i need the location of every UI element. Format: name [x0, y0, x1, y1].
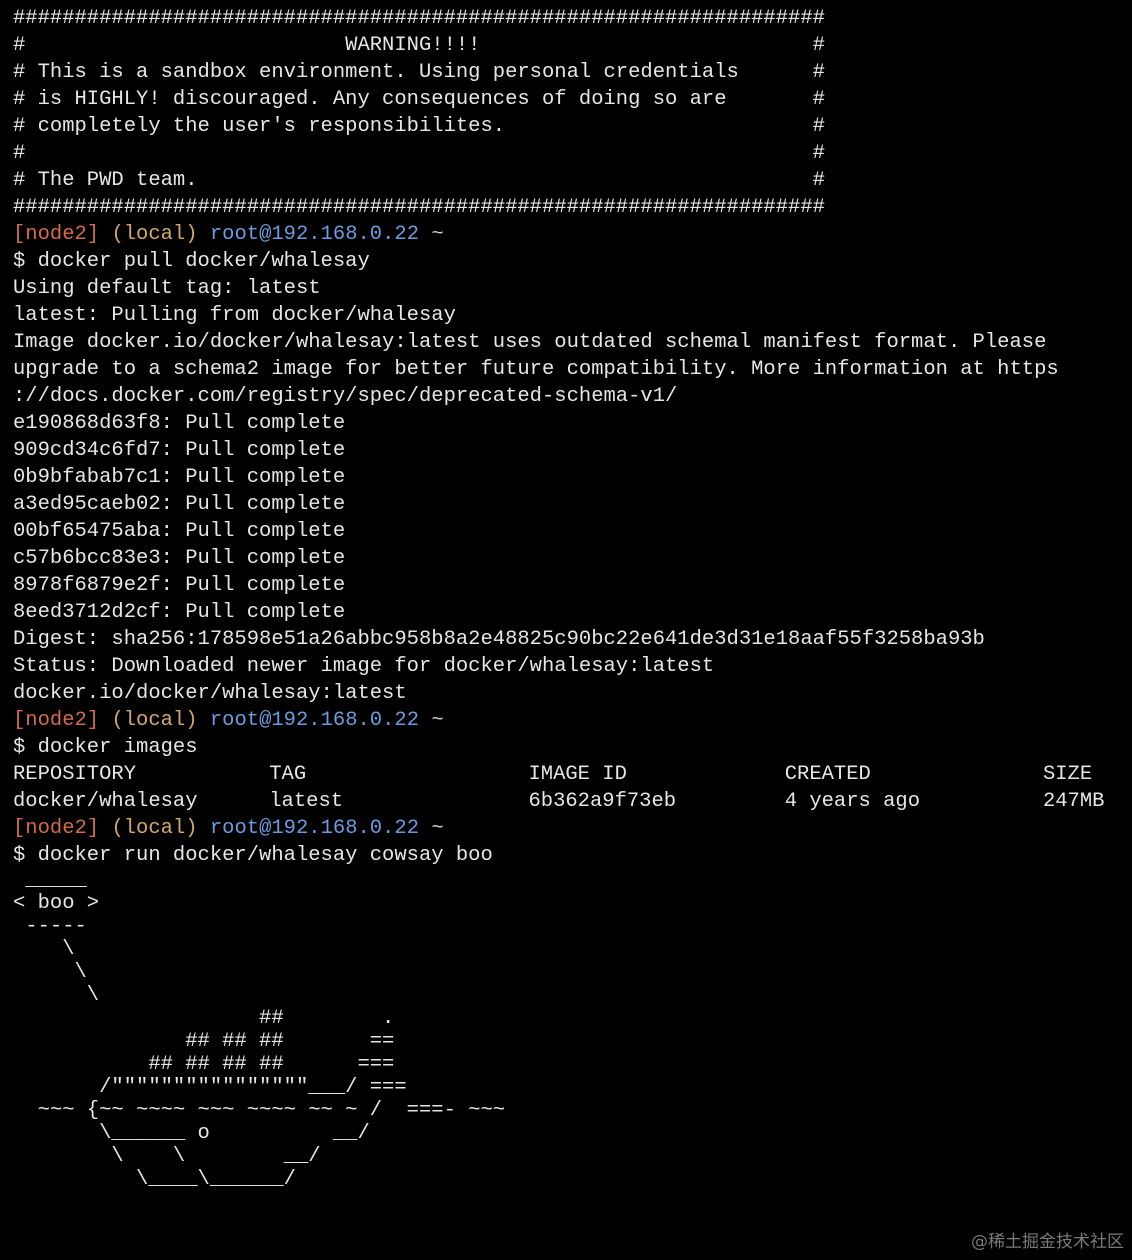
output-line: 8eed3712d2cf: Pull complete: [13, 601, 346, 624]
table-header-cell: IMAGE ID: [528, 763, 627, 786]
table-header-cell: REPOSITORY: [13, 763, 137, 786]
shell-prompt: [node2] (local) root@192.168.0.22 ~: [13, 221, 1132, 248]
table-header-cell: TAG: [269, 763, 307, 786]
prompt-local: (local): [111, 817, 198, 840]
table-cell: 4 years ago: [784, 790, 921, 813]
banner-line: ########################################…: [13, 196, 825, 219]
table-cell: 6b362a9f73eb: [528, 790, 677, 813]
table-row: docker/whalesay latest 6b362a9f73eb 4 ye…: [13, 788, 1132, 815]
whale-ascii-art: _____ < boo > ----- \ \ \ ## . ## ## ## …: [13, 869, 506, 1191]
table-cell: 247MB: [1042, 790, 1105, 813]
output-line: upgrade to a schema2 image for better fu…: [13, 358, 1059, 381]
table-cell: docker/whalesay: [13, 790, 198, 813]
prompt-node: [node2]: [13, 817, 100, 840]
output-line: 00bf65475aba: Pull complete: [13, 520, 346, 543]
table-header-row: REPOSITORY TAG IMAGE ID CREATED SIZE: [13, 761, 1132, 788]
output-line: Image docker.io/docker/whalesay:latest u…: [13, 331, 1047, 354]
prompt-user: root@192.168.0.22: [209, 709, 420, 732]
output-line: 0b9bfabab7c1: Pull complete: [13, 466, 346, 489]
command-line: $ docker pull docker/whalesay: [13, 250, 370, 273]
table-cell: latest: [269, 790, 344, 813]
shell-prompt: [node2] (local) root@192.168.0.22 ~: [13, 707, 1132, 734]
prompt-tilde: ~: [431, 223, 444, 246]
command-line: $ docker run docker/whalesay cowsay boo: [13, 844, 493, 867]
output-line: e190868d63f8: Pull complete: [13, 412, 346, 435]
prompt-node: [node2]: [13, 223, 100, 246]
output-line: a3ed95caeb02: Pull complete: [13, 493, 346, 516]
prompt-user: root@192.168.0.22: [209, 817, 420, 840]
watermark: @稀土掘金技术社区: [971, 1232, 1124, 1252]
table-header-cell: CREATED: [784, 763, 871, 786]
output-line: Digest: sha256:178598e51a26abbc958b8a2e4…: [13, 628, 985, 651]
shell-prompt: [node2] (local) root@192.168.0.22 ~: [13, 815, 1132, 842]
prompt-tilde: ~: [431, 709, 444, 732]
output-line: docker.io/docker/whalesay:latest: [13, 682, 407, 705]
terminal[interactable]: ########################################…: [13, 5, 1132, 1191]
command-line: $ docker images: [13, 736, 198, 759]
output-line: Status: Downloaded newer image for docke…: [13, 655, 715, 678]
output-line: ://docs.docker.com/registry/spec/depreca…: [13, 385, 678, 408]
output-line: 909cd34c6fd7: Pull complete: [13, 439, 346, 462]
banner-line: # WARNING!!!! #: [13, 34, 825, 57]
output-line: c57b6bcc83e3: Pull complete: [13, 547, 346, 570]
output-line: Using default tag: latest: [13, 277, 321, 300]
prompt-user: root@192.168.0.22: [209, 223, 420, 246]
banner-line: # This is a sandbox environment. Using p…: [13, 61, 825, 84]
banner-line: # is HIGHLY! discouraged. Any consequenc…: [13, 88, 825, 111]
output-line: latest: Pulling from docker/whalesay: [13, 304, 456, 327]
output-line: 8978f6879e2f: Pull complete: [13, 574, 346, 597]
prompt-node: [node2]: [13, 709, 100, 732]
banner-line: ########################################…: [13, 7, 825, 30]
banner-line: # #: [13, 142, 825, 165]
prompt-local: (local): [111, 223, 198, 246]
prompt-tilde: ~: [431, 817, 444, 840]
banner-line: # completely the user's responsibilites.…: [13, 115, 825, 138]
table-header-cell: SIZE: [1042, 763, 1093, 786]
banner-line: # The PWD team. #: [13, 169, 825, 192]
prompt-local: (local): [111, 709, 198, 732]
